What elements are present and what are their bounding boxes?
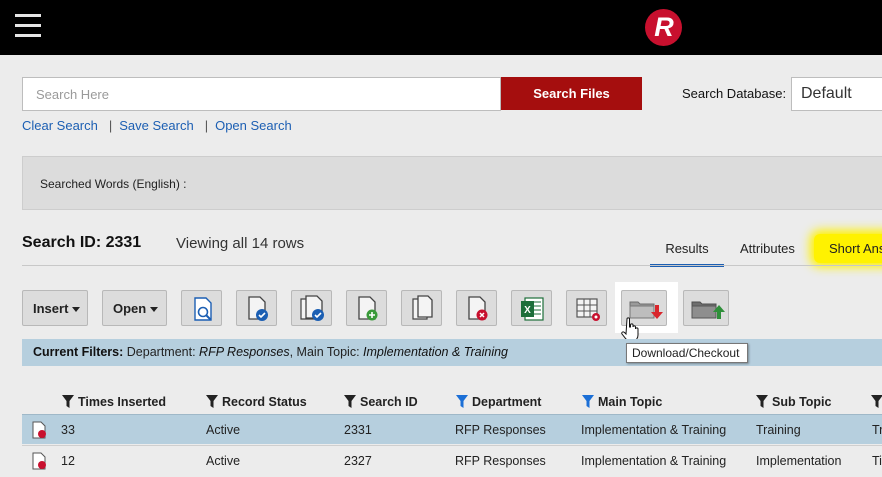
top-bar: R [0,0,882,55]
cell-main-topic: Implementation & Training [581,423,727,437]
cell-times-inserted: 12 [61,454,75,468]
cell-department: RFP Responses [455,454,546,468]
cell-main-topic: Implementation & Training [581,454,727,468]
tab-short-answers[interactable]: Short Ans [814,234,882,263]
delete-document-button[interactable] [456,290,497,326]
column-header-department[interactable]: Department [456,395,541,409]
document-status-icon[interactable] [31,421,47,439]
column-header-sub-topic[interactable]: Sub Topic [756,395,832,409]
hamburger-menu-icon[interactable] [15,14,41,38]
column-label: Main Topic [598,395,663,409]
topic-filter-label: Main Topic: [296,345,360,359]
caret-down-icon [72,307,81,313]
active-filter-icon[interactable] [456,395,468,408]
table-row[interactable]: 33 Active 2331 RFP Responses Implementat… [22,414,882,444]
check-all-documents-icon [300,295,324,321]
open-dropdown-button[interactable]: Open [102,290,167,326]
grid-settings-button[interactable] [566,290,607,326]
filter-separator: , [289,345,297,359]
column-header-times-inserted[interactable]: Times Inserted [62,395,166,409]
current-filters-bar: Current Filters: Department: RFP Respons… [22,339,882,366]
app-logo: R [645,9,682,46]
document-status-icon[interactable] [31,452,47,470]
link-separator: | [204,118,209,133]
grid-settings-icon [576,298,600,321]
column-header-record-status[interactable]: Record Status [206,395,307,409]
cell-record-status: Active [206,423,241,437]
searched-words-panel: Searched Words (English) : [22,156,882,210]
searched-words-label: Searched Words (English) : [40,177,187,191]
check-document-icon [248,296,268,321]
column-header-title[interactable]: Ti [871,395,882,409]
check-document-button[interactable] [236,290,277,326]
check-all-documents-button[interactable] [291,290,332,326]
open-label: Open [113,301,147,316]
svg-text:X: X [524,305,531,316]
column-header-main-topic[interactable]: Main Topic [582,395,662,409]
filter-icon[interactable] [206,395,218,408]
table-row[interactable]: 12 Active 2327 RFP Responses Implementat… [22,445,882,475]
filter-icon[interactable] [344,395,356,408]
add-document-button[interactable] [346,290,387,326]
save-search-link[interactable]: Save Search [119,118,193,133]
department-filter-value: RFP Responses [199,345,290,359]
excel-export-icon: X [521,297,544,321]
clear-search-link[interactable]: Clear Search [22,118,98,133]
cell-title: Tr [872,423,882,437]
column-label: Search ID [360,395,418,409]
preview-icon [194,297,212,321]
download-checkout-tooltip: Download/Checkout [626,343,748,363]
search-database-value: Default [801,85,852,102]
search-files-button[interactable]: Search Files [501,77,642,110]
search-input[interactable] [22,77,501,111]
tab-attributes[interactable]: Attributes [740,241,795,256]
filter-icon[interactable] [756,395,768,408]
column-label: Times Inserted [78,395,167,409]
upload-checkin-button[interactable] [683,290,729,326]
filter-icon[interactable] [62,395,74,408]
current-filters-label: Current Filters: [33,345,124,359]
cell-times-inserted: 33 [61,423,75,437]
cell-search-id: 2331 [344,423,372,437]
logo-letter: R [654,12,674,42]
active-filter-icon[interactable] [582,395,594,408]
filter-icon[interactable] [871,395,882,408]
cell-sub-topic: Implementation [756,454,842,468]
search-id-title: Search ID: 2331 [22,234,142,251]
excel-export-button[interactable]: X [511,290,552,326]
column-label: Department [472,395,542,409]
tab-results[interactable]: Results [650,241,724,256]
delete-document-icon [468,296,488,321]
open-search-link[interactable]: Open Search [215,118,292,133]
tabs-divider [22,265,882,266]
search-database-select[interactable]: Default [791,77,882,111]
copy-documents-icon [412,295,433,320]
insert-dropdown-button[interactable]: Insert [22,290,88,326]
link-separator: | [108,118,113,133]
cell-record-status: Active [206,454,241,468]
add-document-icon [358,296,378,321]
cell-department: RFP Responses [455,423,546,437]
cell-title: Ti [872,454,882,468]
preview-button[interactable] [181,290,222,326]
search-links: Clear Search | Save Search | Open Search [22,118,292,133]
column-header-search-id[interactable]: Search ID [344,395,418,409]
department-filter-label: Department: [126,345,196,359]
copy-documents-button[interactable] [401,290,442,326]
search-database-label: Search Database: [682,86,787,101]
column-label: Record Status [222,395,307,409]
hand-cursor-icon [621,317,639,341]
caret-down-icon [150,307,159,313]
cell-search-id: 2327 [344,454,372,468]
column-label: Sub Topic [772,395,832,409]
cell-sub-topic: Training [756,423,801,437]
viewing-rows-count: Viewing all 14 rows [176,235,305,252]
insert-label: Insert [33,301,69,316]
upload-checkin-icon [691,301,725,319]
topic-filter-value: Implementation & Training [363,345,509,359]
